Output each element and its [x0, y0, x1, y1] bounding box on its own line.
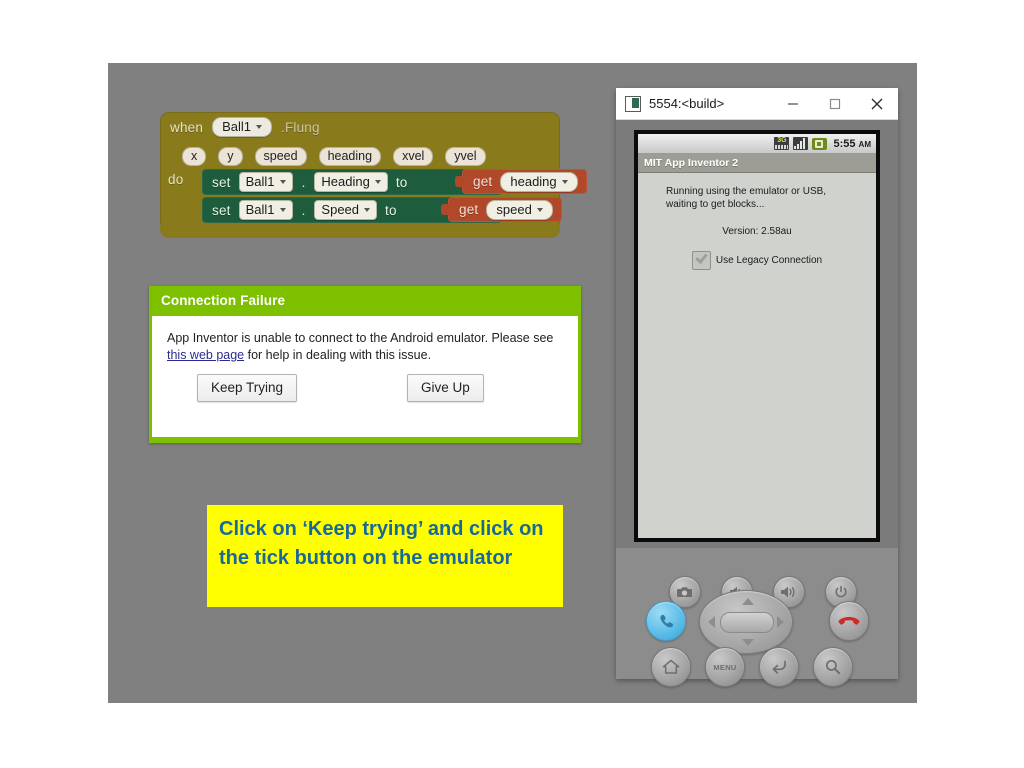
app-icon — [625, 95, 641, 112]
get-keyword: get — [459, 202, 479, 217]
get-variable-label: speed — [496, 201, 532, 217]
set-property-dropdown[interactable]: Heading — [314, 172, 388, 192]
close-button[interactable] — [856, 88, 898, 119]
get-keyword: get — [473, 174, 493, 189]
component-dropdown-label: Ball1 — [222, 119, 251, 134]
android-app-content: Running using the emulator or USB, waiti… — [638, 173, 876, 270]
android-app-bar: MIT App Inventor 2 — [638, 154, 876, 173]
chevron-down-icon — [536, 207, 543, 212]
dialog-message-part1: App Inventor is unable to connect to the… — [167, 331, 554, 345]
emulator-keypad: MENU — [616, 548, 898, 687]
set-component-label: Ball1 — [245, 174, 275, 189]
set-property-label: Speed — [321, 202, 360, 217]
param-x[interactable]: x — [182, 147, 207, 166]
get-variable-dropdown[interactable]: heading — [500, 171, 578, 192]
dpad[interactable] — [699, 590, 793, 654]
get-speed-block[interactable]: get speed — [441, 197, 562, 222]
maximize-button[interactable] — [814, 88, 856, 119]
menu-button[interactable]: MENU — [705, 647, 745, 687]
status-line-1: Running using the emulator or USB, — [666, 186, 827, 197]
set-component-dropdown[interactable]: Ball1 — [238, 200, 293, 220]
event-name: .Flung — [281, 119, 320, 135]
param-speed[interactable]: speed — [254, 147, 307, 166]
legacy-connection-label: Use Legacy Connection — [715, 255, 823, 266]
version-label: Version: 2.58au — [722, 226, 792, 237]
param-yvel[interactable]: yvel — [445, 147, 486, 166]
menu-button-label: MENU — [713, 662, 737, 672]
legacy-connection-checkbox[interactable] — [691, 251, 711, 270]
dialog-help-link[interactable]: this web page — [167, 348, 244, 362]
param-xvel[interactable]: xvel — [393, 147, 434, 166]
search-button[interactable] — [813, 647, 853, 687]
set-property-dropdown[interactable]: Speed — [314, 200, 378, 220]
dot-separator: . — [301, 174, 306, 190]
when-keyword: when — [170, 119, 204, 135]
status-line-2: waiting to get blocks... — [666, 199, 765, 210]
set-keyword: set — [212, 202, 231, 218]
to-keyword: to — [385, 202, 397, 218]
signal-bars-icon — [793, 137, 809, 150]
get-heading-block[interactable]: get heading — [455, 169, 587, 194]
chevron-down-icon — [279, 180, 286, 184]
when-header-row: when Ball1 .Flung — [170, 117, 320, 137]
param-y[interactable]: y — [218, 147, 243, 166]
keep-trying-button[interactable]: Keep Trying — [197, 374, 298, 402]
emulator-window-title: 5554:<build> — [649, 96, 725, 111]
status-bar-time: 5:55 AM — [833, 138, 871, 150]
chevron-down-icon — [561, 179, 568, 184]
android-status-bar: 3G 5:55 AM — [638, 134, 876, 154]
dialog-message: App Inventor is unable to connect to the… — [167, 330, 562, 364]
instruction-callout-text: Click on ‘Keep trying’ and click on the … — [219, 518, 544, 569]
emulator-screen-bezel: 3G 5:55 AM MIT App Inventor 2 Running us… — [634, 130, 880, 542]
emulator-screen[interactable]: 3G 5:55 AM MIT App Inventor 2 Running us… — [638, 134, 876, 538]
do-label-row: do — [168, 172, 183, 187]
dot-separator: . — [301, 202, 306, 218]
call-button[interactable] — [646, 601, 686, 641]
do-keyword: do — [168, 172, 184, 187]
chevron-down-icon — [374, 180, 381, 184]
network-3g-icon: 3G — [774, 137, 790, 150]
app-bar-title: MIT App Inventor 2 — [644, 157, 739, 169]
connection-failure-dialog: Connection Failure App Inventor is unabl… — [149, 286, 581, 443]
set-component-dropdown[interactable]: Ball1 — [238, 172, 293, 192]
chevron-down-icon — [256, 125, 262, 129]
get-variable-dropdown[interactable]: speed — [486, 199, 553, 220]
dialog-title: Connection Failure — [161, 293, 286, 308]
home-button[interactable] — [651, 647, 691, 687]
dialog-message-part2: for help in dealing with this issue. — [244, 348, 432, 362]
param-heading[interactable]: heading — [318, 147, 382, 166]
dpad-right-icon[interactable] — [777, 616, 784, 628]
dialog-body: App Inventor is unable to connect to the… — [152, 316, 578, 437]
instruction-callout: Click on ‘Keep trying’ and click on the … — [207, 505, 563, 607]
give-up-button[interactable]: Give Up — [407, 374, 484, 402]
component-dropdown-ball1[interactable]: Ball1 — [212, 117, 272, 137]
dpad-down-icon[interactable] — [742, 639, 754, 646]
legacy-connection-row[interactable]: Use Legacy Connection — [638, 251, 876, 270]
get-variable-label: heading — [510, 173, 557, 189]
back-button[interactable] — [759, 647, 799, 687]
event-parameters-row: x y speed heading xvel yvel — [182, 147, 486, 166]
chevron-down-icon — [364, 208, 371, 212]
dpad-up-icon[interactable] — [742, 598, 754, 605]
battery-icon — [812, 137, 828, 150]
set-keyword: set — [212, 174, 231, 190]
set-property-label: Heading — [321, 174, 370, 189]
slide-root: when Ball1 .Flung x y speed heading xvel… — [0, 0, 1024, 768]
to-keyword: to — [395, 174, 408, 190]
blocks-editor-image: when Ball1 .Flung x y speed heading xvel… — [160, 112, 587, 238]
dpad-center-button[interactable] — [720, 612, 774, 633]
block-plug — [455, 176, 463, 187]
emulator-titlebar[interactable]: 5554:<build> — [616, 88, 898, 120]
block-plug — [441, 204, 449, 215]
status-bar-time-value: 5:55 — [833, 137, 856, 150]
status-bar-ampm: AM — [858, 139, 871, 149]
end-call-button[interactable] — [829, 601, 869, 641]
emulator-window: 5554:<build> 3G 5:55 AM MIT App Inventor… — [616, 88, 898, 687]
set-component-label: Ball1 — [245, 202, 275, 217]
minimize-button[interactable] — [772, 88, 814, 119]
dpad-left-icon[interactable] — [708, 616, 715, 628]
chevron-down-icon — [279, 208, 286, 212]
